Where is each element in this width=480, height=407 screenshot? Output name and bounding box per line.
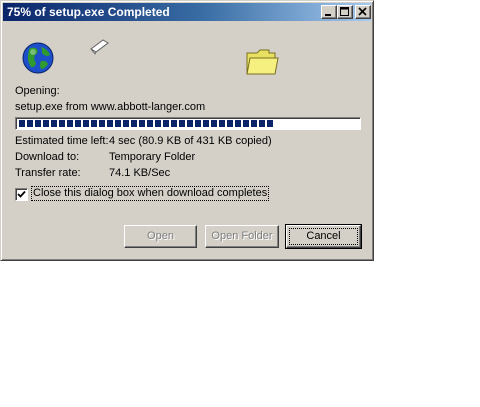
transfer-rate-label: Transfer rate: [15,167,81,179]
download-progress-bar [15,117,361,130]
progress-fill [19,120,273,127]
cancel-button[interactable]: Cancel [285,224,362,249]
flying-document-icon [90,39,109,55]
close-button[interactable] [355,5,371,19]
close-on-complete-checkbox[interactable] [15,188,28,201]
window-title: 75% of setup.exe Completed [7,5,170,19]
open-button[interactable]: Open [124,225,197,248]
folder-icon [246,49,279,75]
download-source: setup.exe from www.abbott-langer.com [15,101,206,113]
download-to-label: Download to: [15,151,80,163]
time-left-label: Estimated time left: [15,135,109,147]
open-button-label: Open [147,230,174,242]
minimize-button[interactable] [321,5,337,19]
transfer-rate-value: 74.1 KB/Sec [109,167,171,179]
download-progress-dialog: 75% of setup.exe Completed Opening: setu… [0,0,374,261]
close-on-complete-label[interactable]: Close this dialog box when download comp… [30,186,270,201]
maximize-button[interactable] [337,5,353,19]
time-left-value: 4 sec (80.9 KB of 431 KB copied) [109,135,272,147]
opening-label: Opening: [15,85,60,97]
close-icon [358,7,367,16]
maximize-icon [340,7,349,16]
globe-icon [22,42,54,74]
open-folder-button-label: Open Folder [211,230,273,242]
title-bar[interactable]: 75% of setup.exe Completed [3,3,371,21]
open-folder-button[interactable]: Open Folder [205,225,279,248]
minimize-icon [325,14,331,16]
checkmark-icon [17,190,26,198]
download-to-value: Temporary Folder [109,151,196,163]
cancel-button-label: Cancel [306,230,341,242]
